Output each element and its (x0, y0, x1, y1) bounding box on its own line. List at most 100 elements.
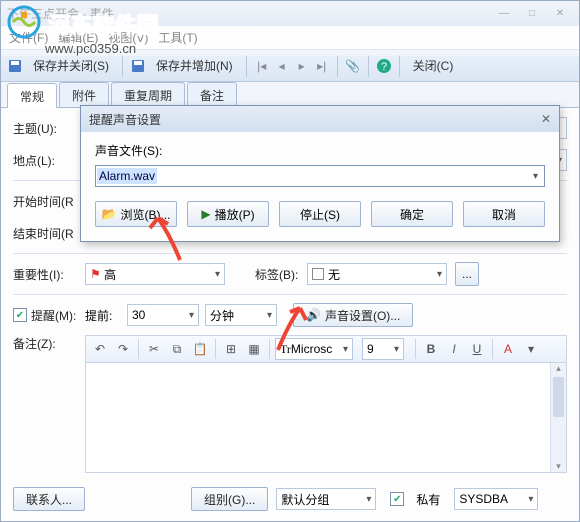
importance-label: 重要性(I): (13, 266, 85, 283)
subject-label: 主题(U): (13, 120, 85, 137)
toolbar: 保存并关闭(S) 保存并增加(N) |◂ ◂ ▸ ▸| 📎 ? 关闭(C) (1, 50, 579, 82)
cut-icon[interactable]: ✂ (144, 339, 164, 359)
sound-file-select[interactable]: Alarm.wav (95, 165, 545, 187)
group-label: 组别(G)... (204, 491, 255, 508)
help-icon[interactable]: ? (376, 58, 392, 74)
svg-text:?: ? (381, 61, 387, 73)
group-button[interactable]: 组别(G)... (191, 487, 268, 511)
underline-button[interactable]: U (467, 339, 487, 359)
user-value: SYSDBA (459, 492, 508, 506)
browse-button[interactable]: 📂浏览(B)... (95, 201, 177, 227)
color-box-icon (312, 268, 324, 280)
end-time-label: 结束时间(R (13, 225, 85, 242)
ok-button[interactable]: 确定 (371, 201, 453, 227)
scrollbar-vertical[interactable] (550, 363, 566, 472)
bottom-bar: 联系人... 组别(G)... 默认分组 私有 SYSDBA (13, 487, 567, 511)
memo-editor[interactable] (85, 363, 567, 473)
prev-icon[interactable]: ◂ (274, 58, 290, 74)
font-size: 9 (367, 342, 374, 356)
tab-attachment[interactable]: 附件 (59, 82, 109, 107)
menu-tool[interactable]: 工具(T) (158, 29, 197, 46)
sound-settings-button[interactable]: 🔊 声音设置(O)... (293, 303, 413, 327)
remind-checkbox[interactable] (13, 308, 27, 322)
group-select[interactable]: 默认分组 (276, 488, 376, 510)
play-label: 播放(P) (215, 206, 255, 223)
tab-notes[interactable]: 备注 (187, 82, 237, 107)
dialog-close-icon[interactable]: ✕ (541, 112, 551, 126)
maximize-button[interactable]: □ (519, 5, 545, 23)
font-size-select[interactable]: 9 (362, 338, 404, 360)
ok-label: 确定 (400, 206, 424, 223)
bold-button[interactable]: B (421, 339, 441, 359)
menu-file[interactable]: 文件(F) (9, 29, 48, 46)
tab-recurrence[interactable]: 重复周期 (111, 82, 185, 107)
redo-icon[interactable]: ↷ (113, 339, 133, 359)
table-icon[interactable]: ▦ (244, 339, 264, 359)
save-close-button[interactable]: 保存并关闭(S) (27, 55, 115, 76)
undo-icon[interactable]: ↶ (90, 339, 110, 359)
font-color-button[interactable]: A (498, 339, 518, 359)
ahead-unit: 分钟 (210, 307, 234, 324)
importance-value: 高 (104, 266, 116, 283)
play-icon: ▶ (201, 207, 210, 221)
group-value: 默认分组 (281, 491, 329, 508)
flag-icon: ⚑ (90, 267, 101, 281)
ahead-value-select[interactable]: 30 (127, 304, 199, 326)
cancel-button[interactable]: 取消 (463, 201, 545, 227)
editor-toolbar: ↶ ↷ ✂ ⧉ 📋 ⊞ ▦ Tr Microsc 9 B I U (85, 335, 567, 363)
private-checkbox[interactable] (390, 492, 404, 506)
last-icon[interactable]: ▸| (314, 58, 330, 74)
minimize-button[interactable]: — (491, 5, 517, 23)
tag-select[interactable]: 无 (307, 263, 447, 285)
copy-icon[interactable]: ⧉ (167, 339, 187, 359)
importance-select[interactable]: ⚑ 高 (85, 263, 225, 285)
close-window-button[interactable]: ✕ (547, 5, 573, 23)
save-add-button[interactable]: 保存并增加(N) (150, 55, 239, 76)
save-icon (7, 58, 23, 74)
contact-button[interactable]: 联系人... (13, 487, 85, 511)
menu-bar: 文件(F) 编辑(E) 视图(V) 工具(T) (1, 26, 579, 50)
more-dropdown-icon[interactable]: ▾ (521, 339, 541, 359)
menu-view[interactable]: 视图(V) (108, 29, 148, 46)
insert-icon[interactable]: ⊞ (221, 339, 241, 359)
font-name: Microsc (291, 342, 332, 356)
dialog-title-bar: 提醒声音设置 ✕ (81, 106, 559, 132)
dialog-title: 提醒声音设置 (89, 111, 161, 128)
next-icon[interactable]: ▸ (294, 58, 310, 74)
tag-value: 无 (328, 266, 340, 283)
speaker-icon: 🔊 (306, 308, 321, 322)
private-label: 私有 (416, 491, 440, 508)
tag-more-button[interactable]: ... (455, 262, 479, 286)
font-select[interactable]: Tr Microsc (275, 338, 353, 360)
memo-label: 备注(Z): (13, 335, 85, 352)
paste-icon[interactable]: 📋 (190, 339, 210, 359)
play-button[interactable]: ▶ 播放(P) (187, 201, 269, 227)
location-label: 地点(L): (13, 152, 85, 169)
attach-icon[interactable]: 📎 (345, 58, 361, 74)
title-bar: 下午三点开会 - 事件 — □ ✕ (1, 1, 579, 26)
stop-label: 停止(S) (300, 206, 340, 223)
italic-button[interactable]: I (444, 339, 464, 359)
menu-edit[interactable]: 编辑(E) (58, 29, 98, 46)
tab-general[interactable]: 常规 (7, 83, 57, 108)
ahead-unit-select[interactable]: 分钟 (205, 304, 277, 326)
tag-label: 标签(B): (255, 266, 307, 283)
sound-dialog: 提醒声音设置 ✕ 声音文件(S): Alarm.wav 📂浏览(B)... ▶ 播… (80, 105, 560, 242)
remind-label: 提醒(M): (31, 307, 85, 324)
window-title: 下午三点开会 - 事件 (7, 5, 114, 22)
ahead-value: 30 (132, 308, 145, 322)
save-icon (130, 58, 146, 74)
close-button[interactable]: 关闭(C) (407, 55, 460, 76)
browse-label: 浏览(B)... (120, 206, 170, 223)
stop-button[interactable]: 停止(S) (279, 201, 361, 227)
first-icon[interactable]: |◂ (254, 58, 270, 74)
sound-file-value: Alarm.wav (97, 168, 157, 184)
cancel-label: 取消 (492, 206, 516, 223)
contact-label: 联系人... (26, 491, 72, 508)
sound-file-label: 声音文件(S): (95, 142, 545, 159)
user-select[interactable]: SYSDBA (454, 488, 538, 510)
sound-settings-label: 声音设置(O)... (325, 307, 400, 324)
folder-icon: 📂 (102, 207, 117, 221)
start-time-label: 开始时间(R (13, 193, 85, 210)
ahead-label: 提前: (85, 307, 127, 324)
